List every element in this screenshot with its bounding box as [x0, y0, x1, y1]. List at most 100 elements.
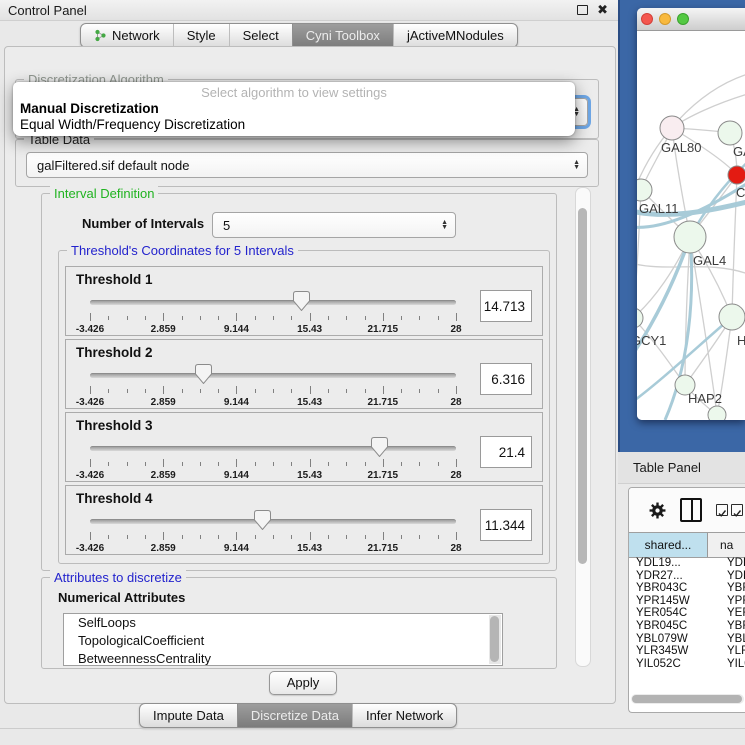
- cell-shared-name[interactable]: YBR043C: [629, 582, 715, 595]
- slider-track[interactable]: [90, 373, 456, 378]
- network-node[interactable]: [637, 308, 643, 328]
- float-window-icon[interactable]: [577, 5, 588, 15]
- cell-shared-name[interactable]: YER054C: [629, 607, 715, 620]
- slider-tick: [145, 316, 146, 320]
- column-header-name[interactable]: na: [708, 533, 745, 557]
- network-node[interactable]: [708, 406, 726, 420]
- cell-name[interactable]: YBR0: [715, 582, 745, 595]
- cell-name[interactable]: YBR0: [715, 620, 745, 633]
- attribute-list-item[interactable]: TopologicalCoefficient: [64, 632, 502, 650]
- threshold-slider[interactable]: -3.4262.8599.14415.4321.71528: [90, 293, 456, 333]
- table-row[interactable]: YBR043C YBR0: [629, 582, 745, 595]
- network-node-label: GAL80: [661, 140, 701, 155]
- network-node[interactable]: [719, 304, 745, 330]
- panel-scrollbar-thumb[interactable]: [578, 208, 587, 564]
- close-traffic-light[interactable]: [641, 13, 653, 25]
- dropdown-option-equal-width[interactable]: Equal Width/Frequency Discretization: [13, 116, 575, 132]
- close-icon[interactable]: ✖: [597, 3, 608, 16]
- slider-tick-label: 28: [450, 324, 461, 335]
- table-row[interactable]: YER054C YER0: [629, 607, 745, 620]
- cell-name[interactable]: YDR2: [715, 570, 745, 583]
- list-scrollbar-thumb[interactable]: [490, 616, 499, 662]
- cell-shared-name[interactable]: YBR045C: [629, 620, 715, 633]
- table-hscrollbar-thumb[interactable]: [632, 695, 742, 703]
- tab-select[interactable]: Select: [229, 24, 292, 47]
- tab-cyni-toolbox[interactable]: Cyni Toolbox: [292, 24, 393, 47]
- threshold-panel: Threshold 1 -3.4262.8599.14415.4321.7152…: [65, 266, 543, 336]
- cell-shared-name[interactable]: YDL19...: [629, 557, 715, 570]
- tab-style[interactable]: Style: [173, 24, 229, 47]
- cell-name[interactable]: YIL0: [715, 658, 745, 670]
- slider-tick-label: 15.43: [297, 324, 322, 335]
- threshold-slider[interactable]: -3.4262.8599.14415.4321.71528: [90, 512, 456, 552]
- attribute-list-item[interactable]: BetweennessCentrality: [64, 650, 502, 666]
- table-data-combo[interactable]: galFiltered.sif default node ▲▼: [26, 152, 588, 178]
- intervals-combo[interactable]: 5 ▲▼: [212, 212, 456, 238]
- slider-tick-label: 21.715: [368, 324, 399, 335]
- table-row[interactable]: YPR145W YPR1: [629, 595, 745, 608]
- cell-shared-name[interactable]: YBL079W: [629, 633, 715, 646]
- cell-name[interactable]: YPR1: [715, 595, 745, 608]
- cell-name[interactable]: YER0: [715, 607, 745, 620]
- slider-tick-label: 28: [450, 397, 461, 408]
- table-row[interactable]: YLR345W YLR3: [629, 645, 745, 658]
- network-node[interactable]: [718, 121, 742, 145]
- slider-track[interactable]: [90, 519, 456, 524]
- cell-shared-name[interactable]: YDR27...: [629, 570, 715, 583]
- threshold-slider[interactable]: -3.4262.8599.14415.4321.71528: [90, 439, 456, 479]
- threshold-label: Threshold 2: [76, 345, 153, 360]
- table-row[interactable]: YBL079W YBL0: [629, 633, 745, 646]
- tab-network[interactable]: Network: [81, 24, 173, 47]
- cell-name[interactable]: YLR3: [715, 645, 745, 658]
- slider-tick: [255, 316, 256, 320]
- dropdown-option-manual[interactable]: Manual Discretization: [13, 100, 575, 116]
- slider-tick: [90, 386, 91, 394]
- slider-track[interactable]: [90, 446, 456, 451]
- slider-tick: [401, 316, 402, 320]
- gear-icon[interactable]: [649, 502, 666, 519]
- table-row[interactable]: YDL19... YDL1: [629, 557, 745, 570]
- cell-shared-name[interactable]: YIL052C: [629, 658, 715, 670]
- threshold-value-input[interactable]: [480, 363, 532, 395]
- checkbox-icon[interactable]: [716, 504, 728, 516]
- threshold-value-input[interactable]: [480, 436, 532, 468]
- column-header-shared-name[interactable]: shared...: [629, 533, 708, 557]
- table-row[interactable]: YBR045C YBR0: [629, 620, 745, 633]
- slider-track[interactable]: [90, 300, 456, 305]
- tab-impute-data[interactable]: Impute Data: [140, 704, 237, 727]
- tab-discretize-data[interactable]: Discretize Data: [237, 704, 352, 727]
- slider-tick: [438, 316, 439, 320]
- panel-title: Control Panel: [0, 3, 87, 18]
- interval-definition-group: Interval Definition Number of Intervals …: [41, 193, 557, 571]
- attribute-list-item[interactable]: SelfLoops: [64, 614, 502, 632]
- cell-name[interactable]: YBL0: [715, 633, 745, 646]
- network-node[interactable]: [660, 116, 684, 140]
- slider-tick: [108, 389, 109, 393]
- threshold-value-input[interactable]: [480, 509, 532, 541]
- table-panel: shared... na YDL19... YDL1YDR27... YDR2Y…: [628, 487, 745, 713]
- table-row[interactable]: YDR27... YDR2: [629, 570, 745, 583]
- slider-tick-label: 2.859: [151, 543, 176, 554]
- slider-tick: [401, 462, 402, 466]
- network-node[interactable]: [728, 166, 745, 184]
- apply-button[interactable]: Apply: [269, 671, 337, 695]
- tab-infer-network[interactable]: Infer Network: [352, 704, 456, 727]
- zoom-traffic-light[interactable]: [677, 13, 689, 25]
- tab-jactivemnodules[interactable]: jActiveMNodules: [393, 24, 517, 47]
- table-row[interactable]: YIL052C YIL0: [629, 658, 745, 670]
- network-graph: GAL80GACGAL11GAL4GCY1HHAP2: [637, 31, 745, 420]
- split-columns-icon[interactable]: [680, 498, 702, 522]
- numerical-attributes-list: SelfLoopsTopologicalCoefficientBetweenne…: [63, 613, 503, 666]
- cell-shared-name[interactable]: YLR345W: [629, 645, 715, 658]
- threshold-label: Threshold 3: [76, 418, 153, 433]
- checkbox-icon[interactable]: [731, 504, 743, 516]
- cell-shared-name[interactable]: YPR145W: [629, 595, 715, 608]
- network-canvas[interactable]: GAL80GACGAL11GAL4GCY1HHAP2: [637, 31, 745, 420]
- minimize-traffic-light[interactable]: [659, 13, 671, 25]
- network-node[interactable]: [674, 221, 706, 253]
- cell-name[interactable]: YDL1: [715, 557, 745, 570]
- threshold-value-input[interactable]: [480, 290, 532, 322]
- threshold-slider[interactable]: -3.4262.8599.14415.4321.71528: [90, 366, 456, 406]
- slider-tick: [108, 535, 109, 539]
- slider-tick: [346, 316, 347, 320]
